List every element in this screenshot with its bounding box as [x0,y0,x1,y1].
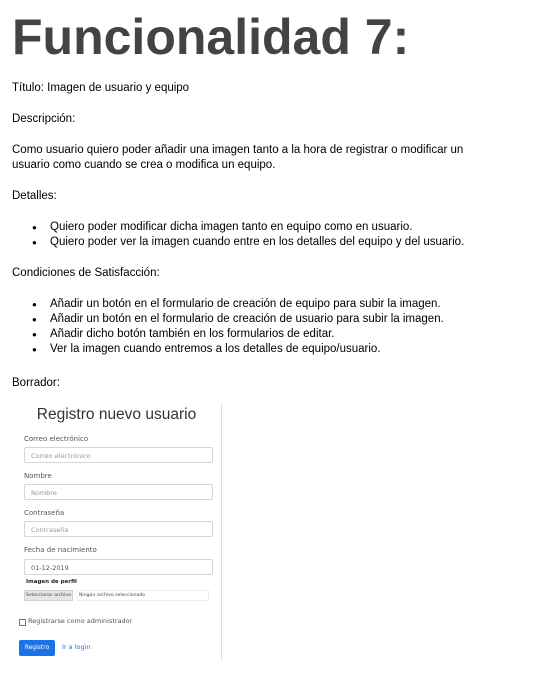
login-link[interactable]: Ir a login [62,643,91,651]
list-item: Quiero poder modificar dicha imagen tant… [12,220,464,235]
password-label: Contraseña [24,509,65,517]
choose-file-button[interactable]: Seleccionar archivo [24,590,73,601]
detalles-label: Detalles: [12,190,57,202]
detalles-list: Quiero poder modificar dicha imagen tant… [12,220,464,250]
register-button[interactable]: Registro [19,640,55,656]
admin-checkbox[interactable] [19,619,26,626]
descripcion-label: Descripción: [12,113,76,125]
mockup-title: Registro nuevo usuario [36,406,197,423]
email-label: Correo electrónico [24,435,89,443]
birthdate-label: Fecha de nacimiento [24,546,97,554]
condiciones-label: Condiciones de Satisfacción: [12,267,160,279]
file-input: Seleccionar archivo Ningún archivo selec… [24,590,209,601]
list-item: Ver la imagen cuando entremos a los deta… [12,342,444,357]
registration-mockup: Registro nuevo usuario Correo electrónic… [12,404,222,660]
condiciones-list: Añadir un botón en el formulario de crea… [12,297,444,357]
list-item: Quiero poder ver la imagen cuando entre … [12,235,464,250]
list-item: Añadir un botón en el formulario de crea… [12,297,444,312]
file-name-display: Ningún archivo seleccionado [76,590,209,601]
profile-image-label: Imagen de perfil [26,579,77,585]
list-item: Añadir dicho botón también en los formul… [12,327,444,342]
email-field[interactable]: Correo electrónico [24,447,213,463]
birthdate-field[interactable]: 01-12-2019 [24,559,213,575]
password-field[interactable]: Contraseña [24,521,213,537]
name-field[interactable]: Nombre [24,484,213,500]
list-item: Añadir un botón en el formulario de crea… [12,312,444,327]
admin-checkbox-label: Registrarse como administrador [28,617,133,625]
page-title: Funcionalidad 7: [12,9,410,65]
name-label: Nombre [24,472,52,480]
descripcion-text: Como usuario quiero poder añadir una ima… [12,144,464,171]
borrador-label: Borrador: [12,377,60,389]
titulo-line: Título: Imagen de usuario y equipo [12,82,190,94]
